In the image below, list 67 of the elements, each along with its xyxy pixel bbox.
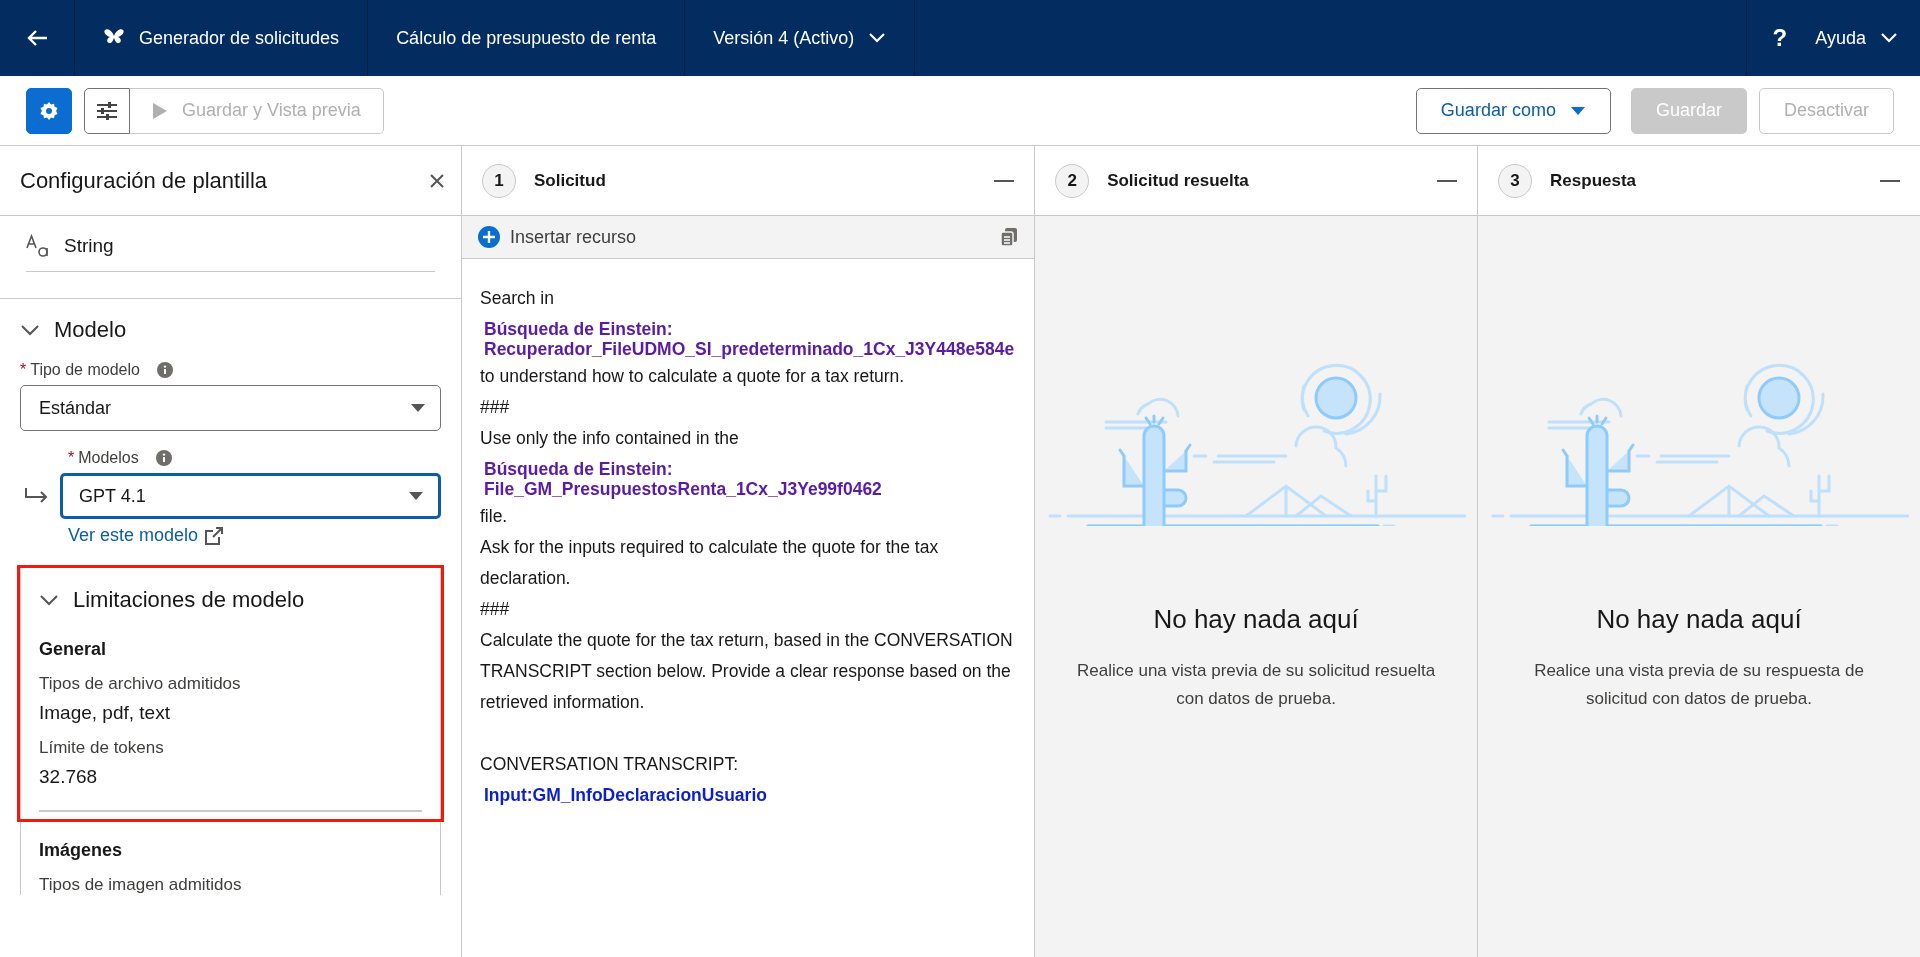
chevron-down-icon (20, 323, 40, 337)
caret-down-icon (408, 491, 424, 501)
back-arrow-icon[interactable] (26, 29, 48, 47)
insert-resource-button[interactable]: Insertar recurso (478, 226, 991, 248)
close-icon[interactable] (429, 172, 445, 189)
select-field[interactable]: GPT 4.1 (60, 473, 441, 519)
step-number: 1 (482, 163, 516, 198)
property-value: Image, pdf, text (39, 702, 171, 724)
app-title: Generador de solicitudes (139, 27, 340, 49)
save-as-button[interactable]: Guardar como (1415, 87, 1611, 134)
empty-state-title: No hay nada aquí (1153, 604, 1359, 635)
group-heading: Imágenes (39, 840, 124, 861)
column-title: Solicitud resuelta (1107, 170, 1250, 191)
step-number: 2 (1055, 163, 1090, 198)
empty-state-description: Realice una vista previa de su solicitud resuelta con datos de prueba. (1076, 660, 1437, 710)
group-heading: General (39, 639, 108, 660)
required-mark: * (68, 449, 75, 467)
help-menu[interactable]: Ayuda (1815, 27, 1898, 49)
prompt-text: Search in (480, 287, 555, 310)
chevron-down-icon (1880, 32, 1898, 44)
resource-reference[interactable]: Búsqueda de Einstein: File_GM_PresupuestosRenta_1Cx_J3Ye99f0462 (480, 454, 1015, 501)
external-link-icon (204, 525, 225, 546)
step-number: 3 (1498, 163, 1533, 198)
version-dropdown[interactable]: Versión 4 (Activo) (713, 27, 887, 49)
sliders-button[interactable] (84, 87, 130, 134)
settings-icon (39, 100, 59, 121)
chevron-down-icon (39, 593, 59, 607)
view-model-link[interactable]: Ver este modelo (68, 525, 225, 546)
column-title: Respuesta (1550, 170, 1638, 191)
help-icon[interactable]: ? (1772, 24, 1788, 52)
resource-reference[interactable]: Búsqueda de Einstein: Recuperador_FileUDMO_SI_predeterminado_1Cx_J3Y448e584e (480, 314, 1015, 361)
info-icon (155, 450, 172, 466)
prompt-text: Ask for the inputs required to calculate the quote for the tax declaration. (480, 536, 940, 590)
add-icon (478, 226, 500, 248)
chevron-down-icon (868, 32, 887, 44)
section-toggle[interactable]: Limitaciones de modelo (39, 587, 305, 613)
prompt-text: to understand how to calculate a quote for a tax return. (480, 365, 906, 388)
section-toggle[interactable]: Modelo (20, 317, 127, 343)
column-title: Solicitud (534, 170, 607, 191)
sliders-icon (96, 100, 118, 121)
prompt-text: ### (480, 396, 511, 419)
empty-state-title: No hay nada aquí (1596, 604, 1802, 635)
prompt-text: file. (480, 505, 509, 528)
prompt-text: Use only the info contained in the (480, 427, 740, 450)
caret-down-icon (1569, 105, 1586, 116)
prompt-text: Calculate the quote for the tax return, based in the CONVERSATION TRANSCRIPT section below. Provide a clear response based on the retrieved information. (480, 629, 1014, 714)
nested-arrow-icon (24, 487, 50, 505)
prompt-text: ### (480, 598, 511, 621)
info-icon (156, 362, 173, 378)
property-label: Tipos de archivo admitidos (39, 674, 242, 694)
property-label: Límite de tokens (39, 738, 165, 758)
copy-icon[interactable] (1000, 227, 1019, 247)
data-type-label: String (64, 234, 114, 257)
template-name: Cálculo de presupuesto de renta (396, 27, 657, 49)
required-mark: * (20, 361, 27, 379)
caret-down-icon (410, 403, 426, 413)
empty-state-description: Realice una vista previa de su respuesta de solicitud con datos de prueba. (1533, 660, 1865, 710)
settings-button[interactable] (26, 87, 72, 134)
field-label: Tipo de modelo (30, 361, 140, 379)
property-label: Tipos de imagen admitidos (39, 875, 243, 895)
field-label: Modelos (78, 449, 139, 467)
select-field[interactable]: Estándar (20, 385, 441, 431)
input-reference[interactable]: Input:GM_InfoDeclaracionUsuario (480, 780, 1015, 811)
panel-title: Configuración de plantilla (20, 167, 269, 194)
play-icon (152, 101, 168, 120)
prompt-text: CONVERSATION TRANSCRIPT: (480, 753, 739, 776)
property-value: 32.768 (39, 766, 99, 788)
